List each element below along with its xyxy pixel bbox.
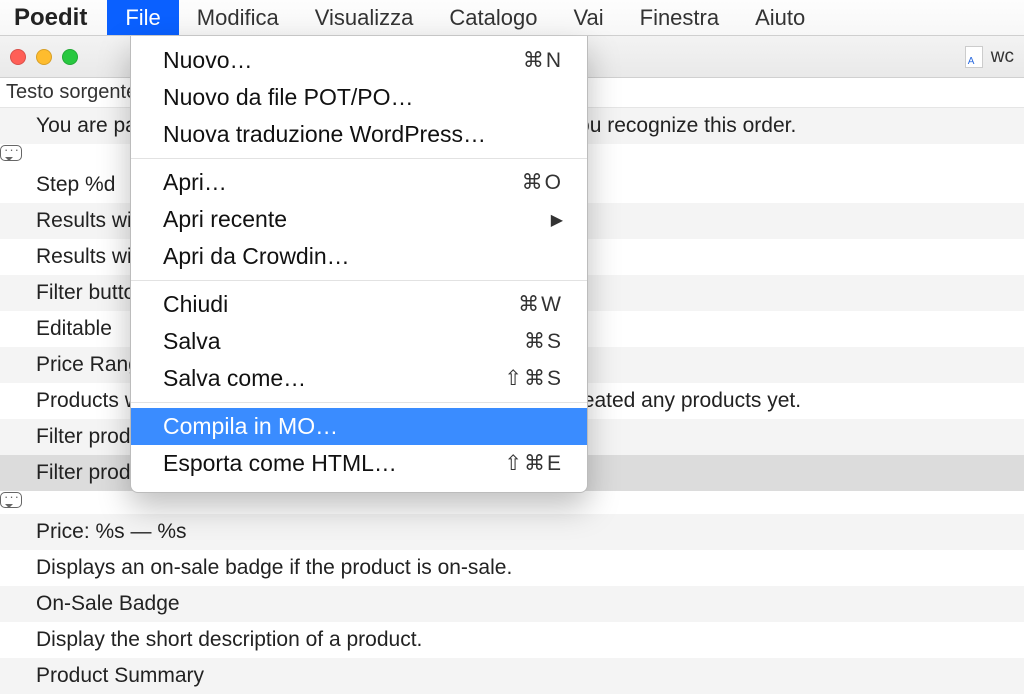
menu-aiuto[interactable]: Aiuto	[737, 0, 823, 35]
menu-visualizza[interactable]: Visualizza	[297, 0, 432, 35]
menu-item-label: Salva come…	[163, 365, 306, 392]
menu-separator	[131, 158, 587, 159]
menu-item-nuova-traduzione-wordpress[interactable]: Nuova traduzione WordPress…	[131, 116, 587, 153]
menu-finestra[interactable]: Finestra	[622, 0, 737, 35]
menu-item-label: Apri…	[163, 169, 227, 196]
toolbar-filename: wc	[991, 46, 1014, 68]
menu-catalogo[interactable]: Catalogo	[431, 0, 555, 35]
menu-item-apri[interactable]: Apri… ⌘O	[131, 164, 587, 201]
menu-item-salva-come[interactable]: Salva come… ⇧⌘S	[131, 360, 587, 397]
table-row[interactable]: On-Sale Badge	[0, 586, 1024, 622]
submenu-arrow-icon: ▶	[551, 210, 563, 230]
menu-item-nuovo-da-file-pot-po[interactable]: Nuovo da file POT/PO…	[131, 79, 587, 116]
window-controls	[10, 49, 78, 65]
menubar: Poedit File Modifica Visualizza Catalogo…	[0, 0, 1024, 36]
menu-separator	[131, 280, 587, 281]
table-row[interactable]: Price: %s — %s	[0, 514, 1024, 550]
table-row[interactable]: Displays an on-sale badge if the product…	[0, 550, 1024, 586]
menu-item-chiudi[interactable]: Chiudi ⌘W	[131, 286, 587, 323]
toolbar-file-indicator: wc	[965, 46, 1014, 68]
menu-item-shortcut: ⇧⌘S	[504, 366, 563, 391]
zoom-window-icon[interactable]	[62, 49, 78, 65]
menu-item-apri-recente[interactable]: Apri recente ▶	[131, 201, 587, 238]
menu-item-label: Nuovo da file POT/PO…	[163, 84, 414, 111]
menu-item-compila-in-mo[interactable]: Compila in MO…	[131, 408, 587, 445]
menu-file[interactable]: File	[107, 0, 178, 35]
menu-item-esporta-come-html[interactable]: Esporta come HTML… ⇧⌘E	[131, 445, 587, 482]
menu-item-label: Nuovo…	[163, 47, 252, 74]
menu-item-salva[interactable]: Salva ⌘S	[131, 323, 587, 360]
file-menu-dropdown: Nuovo… ⌘N Nuovo da file POT/PO… Nuova tradu…	[130, 36, 588, 493]
menu-separator	[131, 402, 587, 403]
menu-item-shortcut: ⌘N	[523, 48, 563, 73]
menu-item-label: Apri da Crowdin…	[163, 243, 350, 270]
menu-vai[interactable]: Vai	[555, 0, 621, 35]
comment-icon	[0, 144, 22, 166]
menu-item-label: Compila in MO…	[163, 413, 338, 440]
menu-item-shortcut: ⌘S	[524, 329, 563, 354]
table-row[interactable]: Product Summary	[0, 658, 1024, 694]
menu-item-label: Apri recente	[163, 206, 287, 233]
menu-item-label: Chiudi	[163, 291, 228, 318]
menu-item-shortcut: ⌘O	[522, 170, 563, 195]
menu-item-shortcut: ⌘W	[518, 292, 563, 317]
comment-icon	[0, 491, 22, 513]
menu-item-label: Salva	[163, 328, 221, 355]
menu-modifica[interactable]: Modifica	[179, 0, 297, 35]
menu-item-label: Nuova traduzione WordPress…	[163, 121, 486, 148]
table-row[interactable]: Display the short description of a produ…	[0, 622, 1024, 658]
app-name: Poedit	[0, 0, 107, 35]
menu-item-shortcut: ⇧⌘E	[504, 451, 563, 476]
po-file-icon	[965, 46, 983, 68]
menu-item-nuovo[interactable]: Nuovo… ⌘N	[131, 42, 587, 79]
menu-item-label: Esporta come HTML…	[163, 450, 397, 477]
menu-item-apri-da-crowdin[interactable]: Apri da Crowdin…	[131, 238, 587, 275]
close-window-icon[interactable]	[10, 49, 26, 65]
minimize-window-icon[interactable]	[36, 49, 52, 65]
